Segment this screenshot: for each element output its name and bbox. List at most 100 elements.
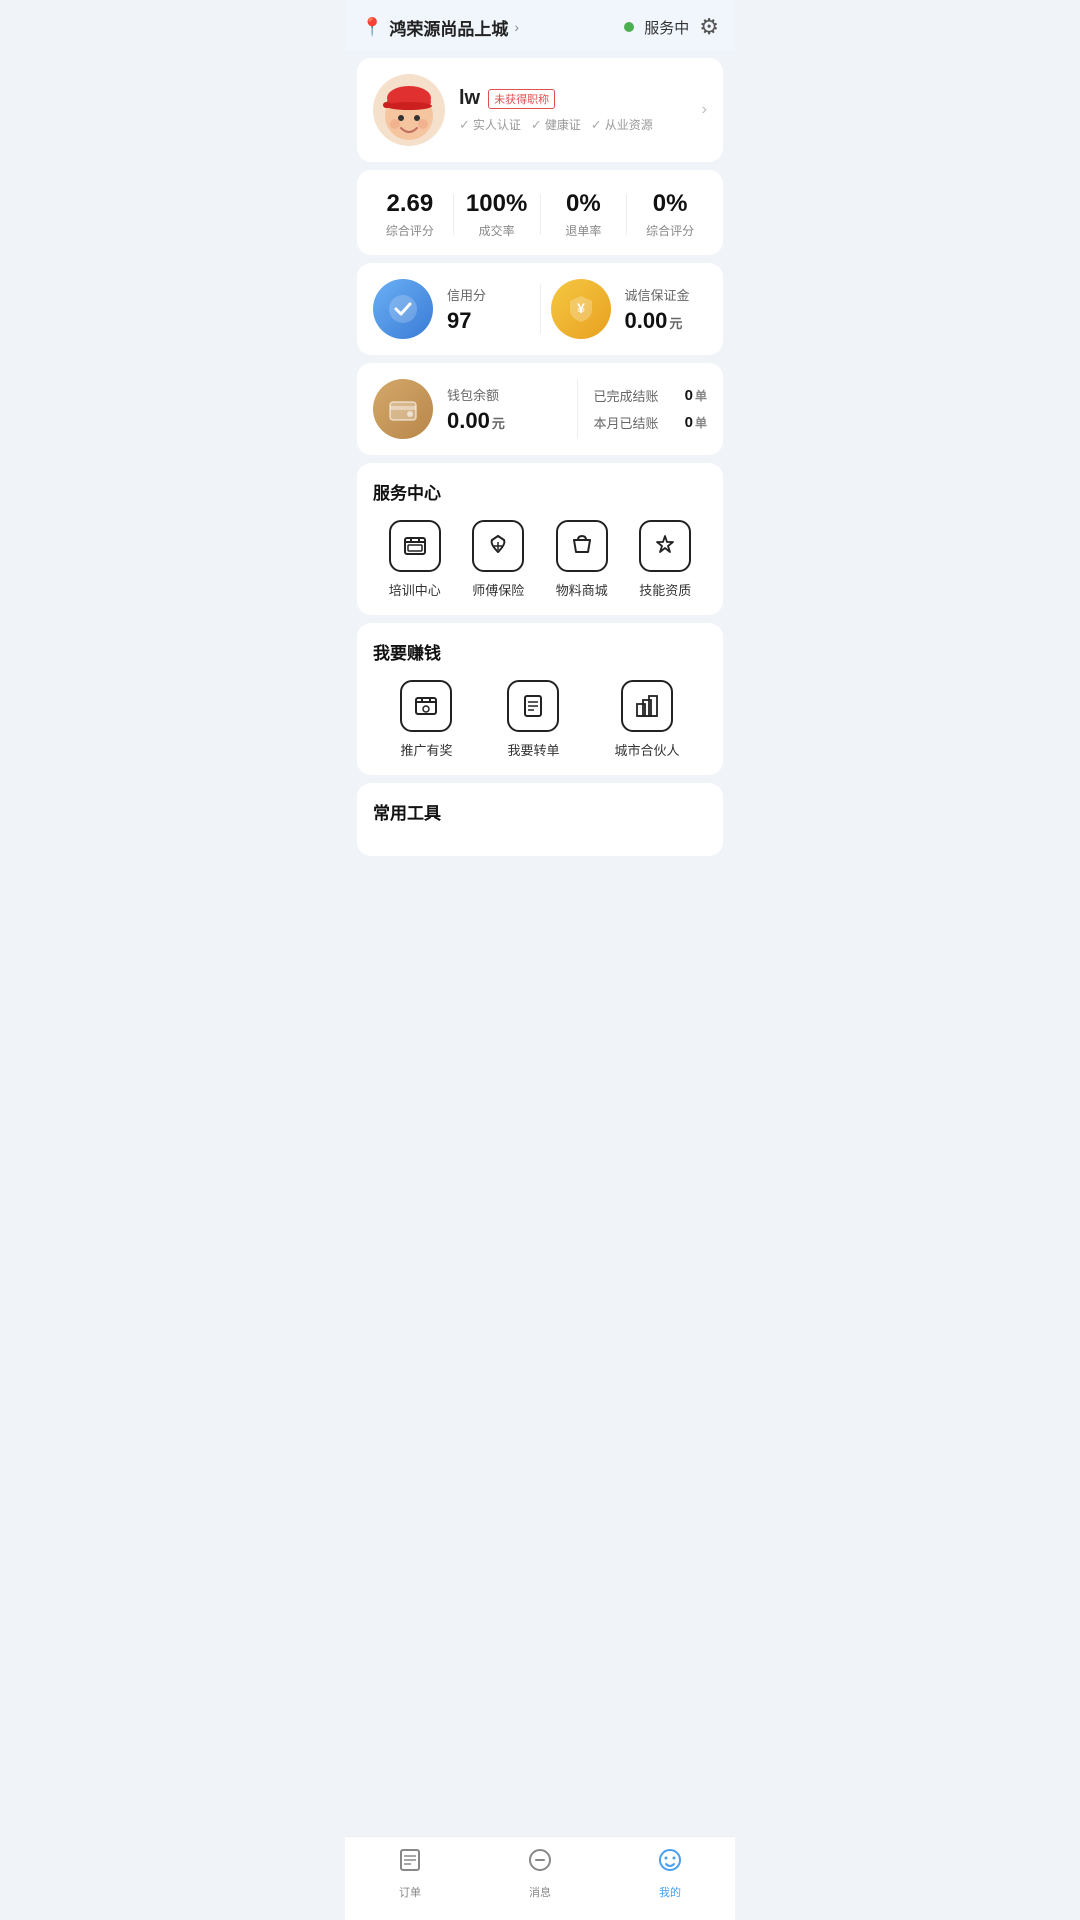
cert-label-2: 健康证 (545, 116, 581, 133)
wallet-row-completed: 已完成结账 0单 (594, 386, 708, 405)
credit-label: 信用分 (447, 285, 486, 304)
status-dot (624, 22, 634, 32)
skill-cert-item[interactable]: 技能资质 (639, 520, 691, 599)
profile-card[interactable]: lw 未获得职称 ✓ 实人认证 ✓ 健康证 ✓ 从业资源 › (357, 58, 723, 162)
credit-value: 97 (447, 308, 486, 334)
material-mall-item[interactable]: 物料商城 (556, 520, 608, 599)
messages-label: 消息 (529, 1884, 551, 1900)
stats-card: 2.69 综合评分 100% 成交率 0% 退单率 0% 综合评分 (357, 170, 723, 255)
avatar (373, 74, 445, 146)
status-text: 服务中 (644, 17, 689, 38)
cert-real-name: ✓ 实人认证 (459, 116, 521, 133)
wallet-divider (577, 379, 578, 439)
city-partner-item[interactable]: 城市合伙人 (614, 680, 679, 759)
transfer-order-icon (507, 680, 559, 732)
deposit-icon: ¥ (551, 279, 611, 339)
service-center-grid: 培训中心 师傅保险 (373, 520, 707, 599)
messages-icon (527, 1847, 553, 1880)
completed-value: 0单 (685, 387, 707, 404)
cert-label-3: 从业资源 (605, 116, 653, 133)
promote-item[interactable]: 推广有奖 (400, 680, 452, 759)
credit-icon (373, 279, 433, 339)
cert-check-icon-3: ✓ (591, 117, 602, 133)
cert-health: ✓ 健康证 (531, 116, 581, 133)
deposit-label: 诚信保证金 (625, 285, 690, 304)
mine-label: 我的 (659, 1884, 681, 1900)
city-partner-label: 城市合伙人 (614, 740, 679, 759)
location-icon: 📍 (361, 17, 383, 38)
wallet-card[interactable]: 钱包余额 0.00元 已完成结账 0单 本月已结账 0单 (357, 363, 723, 455)
credit-section-divider (540, 284, 541, 334)
nav-mine[interactable]: 我的 (657, 1847, 683, 1900)
nav-messages[interactable]: 消息 (527, 1847, 553, 1900)
header-right: 服务中 ⚙ (624, 14, 719, 40)
stat-deal-rate: 100% 成交率 (454, 190, 540, 239)
stat-value-4: 0% (627, 190, 713, 218)
gear-icon[interactable]: ⚙ (699, 14, 719, 40)
wallet-value: 0.00元 (447, 408, 561, 434)
service-center-title: 服务中心 (373, 479, 707, 504)
cert-check-icon-2: ✓ (531, 117, 542, 133)
insurance-icon (472, 520, 524, 572)
completed-label: 已完成结账 (594, 386, 659, 405)
deposit-unit: 元 (669, 316, 682, 331)
deposit-value: 0.00元 (625, 308, 690, 334)
skill-cert-label: 技能资质 (639, 580, 691, 599)
earn-money-section: 我要赚钱 推广有奖 (357, 623, 723, 775)
store-name[interactable]: 鸿荣源尚品上城 (389, 15, 508, 40)
earn-money-grid: 推广有奖 我要转单 (373, 680, 707, 759)
transfer-order-label: 我要转单 (507, 740, 559, 759)
material-mall-label: 物料商城 (556, 580, 608, 599)
certifications: ✓ 实人认证 ✓ 健康证 ✓ 从业资源 (459, 116, 707, 133)
stat-label-2: 成交率 (454, 222, 540, 239)
promote-label: 推广有奖 (400, 740, 452, 759)
skill-cert-icon (639, 520, 691, 572)
profile-name-row: lw 未获得职称 (459, 87, 707, 110)
svg-text:¥: ¥ (577, 300, 585, 316)
service-center-section: 服务中心 培训中心 (357, 463, 723, 615)
wallet-icon (373, 379, 433, 439)
stat-cancel-rate: 0% 退单率 (541, 190, 627, 239)
deposit-info: 诚信保证金 0.00元 (625, 285, 690, 334)
cert-label-1: 实人认证 (473, 116, 521, 133)
wallet-label: 钱包余额 (447, 385, 561, 404)
bottom-nav: 订单 消息 我的 (345, 1836, 735, 1920)
stat-value-2: 100% (454, 190, 540, 218)
profile-arrow[interactable]: › (702, 101, 707, 119)
wallet-info: 钱包余额 0.00元 (447, 385, 561, 434)
credit-deposit-card[interactable]: 信用分 97 ¥ 诚信保证金 0.00元 (357, 263, 723, 355)
header: 📍 鸿荣源尚品上城 › 服务中 ⚙ (345, 0, 735, 50)
store-arrow[interactable]: › (514, 19, 519, 35)
orders-icon (397, 1847, 423, 1880)
deposit-right[interactable]: ¥ 诚信保证金 0.00元 (551, 279, 708, 339)
monthly-value: 0单 (685, 414, 707, 431)
stat-value-3: 0% (541, 190, 627, 218)
promote-icon (400, 680, 452, 732)
wallet-right: 已完成结账 0单 本月已结账 0单 (594, 386, 708, 432)
common-tools-section: 常用工具 (357, 783, 723, 856)
nav-orders[interactable]: 订单 (397, 1847, 423, 1900)
material-mall-icon (556, 520, 608, 572)
training-center-label: 培训中心 (389, 580, 441, 599)
stat-label-3: 退单率 (541, 222, 627, 239)
stat-label-1: 综合评分 (367, 222, 453, 239)
credit-info: 信用分 97 (447, 285, 486, 334)
header-left[interactable]: 📍 鸿荣源尚品上城 › (361, 15, 519, 40)
orders-label: 订单 (399, 1884, 421, 1900)
common-tools-title: 常用工具 (373, 799, 707, 824)
training-center-item[interactable]: 培训中心 (389, 520, 441, 599)
earn-money-title: 我要赚钱 (373, 639, 707, 664)
profile-info: lw 未获得职称 ✓ 实人认证 ✓ 健康证 ✓ 从业资源 (459, 87, 707, 133)
insurance-label: 师傅保险 (472, 580, 524, 599)
stat-label-4: 综合评分 (627, 222, 713, 239)
transfer-order-item[interactable]: 我要转单 (507, 680, 559, 759)
monthly-label: 本月已结账 (594, 413, 659, 432)
insurance-item[interactable]: 师傅保险 (472, 520, 524, 599)
cert-check-icon-1: ✓ (459, 117, 470, 133)
stat-overall-score: 2.69 综合评分 (367, 190, 453, 239)
profile-name: lw (459, 87, 480, 110)
cert-employment: ✓ 从业资源 (591, 116, 653, 133)
credit-left[interactable]: 信用分 97 (373, 279, 530, 339)
wallet-row-monthly: 本月已结账 0单 (594, 413, 708, 432)
city-partner-icon (621, 680, 673, 732)
